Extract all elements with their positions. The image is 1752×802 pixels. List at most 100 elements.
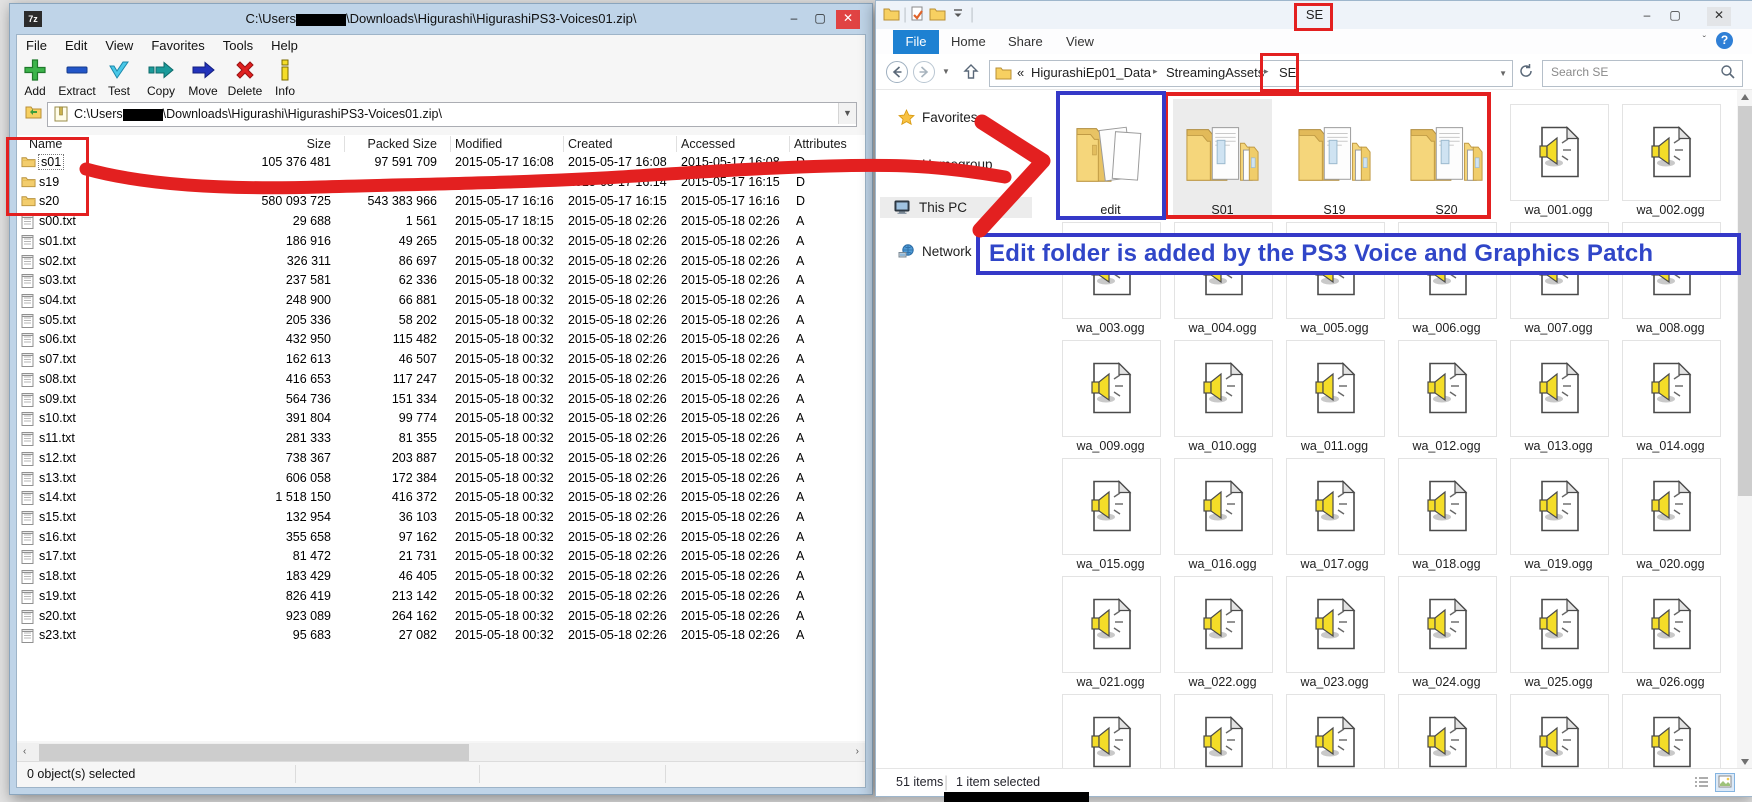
search-icon[interactable] <box>1720 64 1736 80</box>
item-label[interactable]: wa_013.ogg <box>1502 439 1615 453</box>
audio-file-icon[interactable] <box>1201 480 1245 532</box>
audio-file-icon[interactable] <box>1089 716 1133 768</box>
sidebar-item-this-pc[interactable]: This PC <box>880 197 1032 218</box>
file-row[interactable]: s192015-05-17 16:142015-05-17 16:15D <box>17 173 865 193</box>
column-header-accessed[interactable]: Accessed <box>681 137 735 151</box>
audio-file-icon[interactable] <box>1537 480 1581 532</box>
column-header-size[interactable]: Size <box>307 137 331 151</box>
toolbar-copy-button[interactable]: Copy <box>140 57 182 98</box>
item-label[interactable]: wa_005.ogg <box>1278 321 1391 335</box>
minimize-button[interactable]: – <box>782 10 806 29</box>
maximize-button[interactable]: ▢ <box>1663 7 1687 26</box>
menu-edit[interactable]: Edit <box>56 35 96 53</box>
tab-share[interactable]: Share <box>1008 30 1043 54</box>
item-label[interactable]: wa_026.ogg <box>1614 675 1727 689</box>
explorer-vertical-scrollbar[interactable] <box>1737 90 1752 769</box>
item-label[interactable]: wa_011.ogg <box>1278 439 1391 453</box>
audio-file-icon[interactable] <box>1537 598 1581 650</box>
file-row[interactable]: s23.txt95 68327 0822015-05-18 00:322015-… <box>17 626 865 646</box>
tab-home[interactable]: Home <box>951 30 986 54</box>
item-label[interactable]: wa_009.ogg <box>1054 439 1167 453</box>
scrollbar-thumb[interactable] <box>39 744 469 761</box>
toolbar-extract-button[interactable]: Extract <box>56 57 98 98</box>
recent-pages-dropdown-icon[interactable]: ▼ <box>942 67 950 76</box>
item-label[interactable]: wa_021.ogg <box>1054 675 1167 689</box>
audio-file-icon[interactable] <box>1425 716 1469 768</box>
root-folder-icon[interactable] <box>25 104 42 119</box>
item-label[interactable]: wa_012.ogg <box>1390 439 1503 453</box>
file-row[interactable]: s13.txt606 058172 3842015-05-18 00:32201… <box>17 469 865 489</box>
audio-file-icon[interactable] <box>1089 480 1133 532</box>
search-input[interactable]: Search SE <box>1542 60 1743 87</box>
file-row[interactable]: s06.txt432 950115 4822015-05-18 00:32201… <box>17 330 865 350</box>
audio-file-icon[interactable] <box>1201 598 1245 650</box>
audio-file-icon[interactable] <box>1425 480 1469 532</box>
file-row[interactable]: s04.txt248 90066 8812015-05-18 00:322015… <box>17 291 865 311</box>
breadcrumb-overflow[interactable]: « <box>1017 65 1024 80</box>
toolbar-test-button[interactable]: Test <box>98 57 140 98</box>
item-label[interactable]: wa_014.ogg <box>1614 439 1727 453</box>
item-label[interactable]: wa_025.ogg <box>1502 675 1615 689</box>
item-label[interactable]: wa_006.ogg <box>1390 321 1503 335</box>
audio-file-icon[interactable] <box>1649 598 1693 650</box>
menu-favorites[interactable]: Favorites <box>142 35 213 53</box>
audio-file-icon[interactable] <box>1425 598 1469 650</box>
audio-file-icon[interactable] <box>1649 362 1693 414</box>
thumbnail-view-icon[interactable] <box>1715 773 1735 792</box>
audio-file-icon[interactable] <box>1089 362 1133 414</box>
audio-file-icon[interactable] <box>1649 480 1693 532</box>
file-row[interactable]: s08.txt416 653117 2472015-05-18 00:32201… <box>17 370 865 390</box>
sidebar-item-homegroup[interactable]: Homegroup <box>884 157 993 172</box>
item-label[interactable]: wa_015.ogg <box>1054 557 1167 571</box>
audio-file-icon[interactable] <box>1537 126 1581 178</box>
file-row[interactable]: s01105 376 48197 591 7092015-05-17 16:08… <box>17 153 865 173</box>
item-label[interactable]: wa_016.ogg <box>1166 557 1279 571</box>
item-label[interactable]: wa_010.ogg <box>1166 439 1279 453</box>
menu-view[interactable]: View <box>96 35 142 53</box>
file-row[interactable]: s12.txt738 367203 8872015-05-18 00:32201… <box>17 449 865 469</box>
toolbar-move-button[interactable]: Move <box>182 57 224 98</box>
toolbar-info-button[interactable]: Info <box>264 57 306 98</box>
breadcrumb-item[interactable]: HigurashiEp01_Data <box>1031 65 1151 80</box>
address-dropdown-icon[interactable]: ▼ <box>1499 69 1507 78</box>
file-row[interactable]: s17.txt81 47221 7312015-05-18 00:322015-… <box>17 547 865 567</box>
file-row[interactable]: s18.txt183 42946 4052015-05-18 00:322015… <box>17 567 865 587</box>
item-label[interactable]: wa_002.ogg <box>1614 203 1727 217</box>
audio-file-icon[interactable] <box>1649 716 1693 768</box>
7zip-horizontal-scrollbar[interactable]: ‹ › <box>17 743 865 762</box>
column-header-packed-size[interactable]: Packed Size <box>368 137 437 151</box>
toolbar-add-button[interactable]: Add <box>14 57 56 98</box>
7zip-address-combobox[interactable]: C:\Users\Downloads\Higurashi\HigurashiPS… <box>47 102 857 127</box>
item-label[interactable]: wa_023.ogg <box>1278 675 1391 689</box>
file-row[interactable]: s11.txt281 33381 3552015-05-18 00:322015… <box>17 429 865 449</box>
item-label[interactable]: wa_024.ogg <box>1390 675 1503 689</box>
breadcrumb-item[interactable]: StreamingAssets <box>1166 65 1264 80</box>
audio-file-icon[interactable] <box>1649 126 1693 178</box>
item-label[interactable]: wa_004.ogg <box>1166 321 1279 335</box>
item-label[interactable]: wa_017.ogg <box>1278 557 1391 571</box>
file-row[interactable]: s00.txt29 6881 5612015-05-17 18:152015-0… <box>17 212 865 232</box>
scroll-right-icon[interactable]: › <box>856 746 859 757</box>
file-row[interactable]: s15.txt132 95436 1032015-05-18 00:322015… <box>17 508 865 528</box>
file-row[interactable]: s20580 093 725543 383 9662015-05-17 16:1… <box>17 192 865 212</box>
audio-file-icon[interactable] <box>1201 716 1245 768</box>
item-label[interactable]: wa_007.ogg <box>1502 321 1615 335</box>
audio-file-icon[interactable] <box>1313 480 1357 532</box>
item-label[interactable]: wa_001.ogg <box>1502 203 1615 217</box>
tab-view[interactable]: View <box>1066 30 1094 54</box>
item-label[interactable]: wa_008.ogg <box>1614 321 1727 335</box>
file-row[interactable]: s10.txt391 80499 7742015-05-18 00:322015… <box>17 409 865 429</box>
scroll-up-icon[interactable] <box>1741 94 1749 100</box>
forward-icon[interactable] <box>912 60 936 84</box>
audio-file-icon[interactable] <box>1537 716 1581 768</box>
item-label[interactable]: wa_020.ogg <box>1614 557 1727 571</box>
close-button[interactable]: ✕ <box>1707 7 1731 26</box>
minimize-button[interactable]: – <box>1635 7 1659 26</box>
menu-help[interactable]: Help <box>262 35 307 53</box>
column-header-created[interactable]: Created <box>568 137 612 151</box>
audio-file-icon[interactable] <box>1313 362 1357 414</box>
file-row[interactable]: s07.txt162 61346 5072015-05-18 00:322015… <box>17 350 865 370</box>
maximize-button[interactable]: ▢ <box>808 10 832 29</box>
address-dropdown-button[interactable]: ▼ <box>838 103 856 124</box>
audio-file-icon[interactable] <box>1425 362 1469 414</box>
